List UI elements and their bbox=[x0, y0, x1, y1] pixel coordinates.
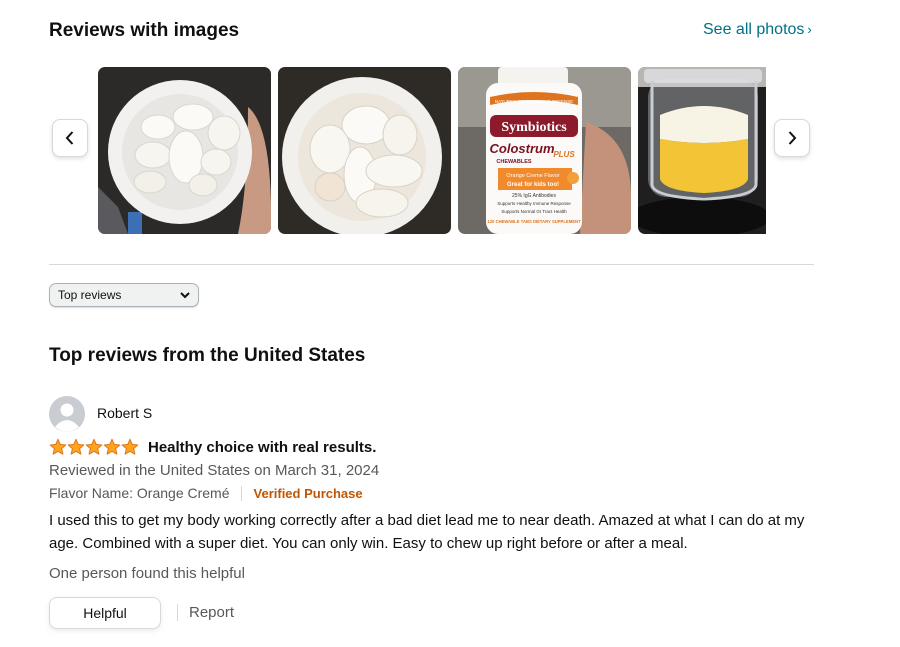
bottle-product-name: Colostrum bbox=[490, 141, 555, 156]
review-image-thumbnail[interactable]: NATURE'S FIRST IMMUNE DEFENSE Symbiotics… bbox=[458, 67, 631, 234]
separator bbox=[177, 604, 178, 621]
review-image-thumbnail[interactable] bbox=[98, 67, 271, 234]
avatar-silhouette bbox=[49, 396, 85, 432]
bottle-brand: Symbiotics bbox=[501, 120, 567, 135]
tablets-closeup-image bbox=[278, 67, 451, 234]
sort-reviews-dropdown[interactable]: Top reviews bbox=[49, 283, 199, 307]
chevron-left-icon bbox=[65, 131, 74, 145]
separator bbox=[240, 485, 242, 501]
carousel-prev-button[interactable] bbox=[52, 119, 88, 157]
section-divider bbox=[49, 264, 814, 265]
bottle-claim-3: Supports Normal GI Tract Health bbox=[501, 209, 567, 214]
chevron-right-icon bbox=[788, 131, 797, 145]
star-icon bbox=[85, 438, 103, 455]
star-icon bbox=[49, 438, 67, 455]
user-avatar-icon bbox=[49, 396, 85, 432]
star-rating[interactable] bbox=[49, 438, 139, 456]
review-image-thumbnail[interactable] bbox=[638, 67, 766, 234]
helpful-count: One person found this helpful bbox=[49, 565, 245, 582]
bottle-flavor: Orange Creme Flavor bbox=[506, 173, 559, 179]
review-image-thumbnail[interactable] bbox=[278, 67, 451, 234]
see-all-photos-label: See all photos bbox=[703, 21, 805, 38]
chevron-down-icon bbox=[180, 292, 190, 299]
tablets-in-bottle-image bbox=[98, 67, 271, 234]
drink-in-glass-image bbox=[638, 67, 766, 234]
reviews-with-images-title: Reviews with images bbox=[49, 20, 240, 41]
report-link[interactable]: Report bbox=[189, 604, 234, 621]
star-icon bbox=[67, 438, 85, 455]
star-icon bbox=[103, 438, 121, 455]
bottle-footer: 120 CHEWABLE TABS DIETARY SUPPLEMENT bbox=[487, 219, 581, 224]
flavor-name: Flavor Name: Orange Cremé bbox=[49, 485, 230, 501]
product-bottle-image: NATURE'S FIRST IMMUNE DEFENSE Symbiotics… bbox=[458, 67, 631, 234]
bottle-top-banner: NATURE'S FIRST IMMUNE DEFENSE bbox=[495, 99, 573, 104]
carousel-next-button[interactable] bbox=[774, 119, 810, 157]
bottle-claim-1: 25% IgG Antibodies bbox=[512, 193, 556, 199]
helpful-button[interactable]: Helpful bbox=[49, 597, 161, 629]
reviewer-name[interactable]: Robert S bbox=[97, 405, 152, 421]
bottle-subtitle: CHEWABLES bbox=[496, 159, 531, 165]
review-body: I used this to get my body working corre… bbox=[49, 512, 805, 552]
star-icon bbox=[121, 438, 139, 455]
sort-selected-value: Top reviews bbox=[58, 288, 122, 302]
bottle-tagline: Great for kids too! bbox=[507, 182, 559, 188]
see-all-photos-link[interactable]: See all photos › bbox=[703, 21, 812, 39]
chevron-right-small-icon: › bbox=[807, 22, 812, 37]
review-variant-row: Flavor Name: Orange Cremé Verified Purch… bbox=[49, 485, 363, 501]
top-reviews-title: Top reviews from the United States bbox=[49, 345, 366, 366]
bottle-claim-2: Supports Healthy Immune Response bbox=[497, 201, 571, 206]
review-date: Reviewed in the United States on March 3… bbox=[49, 462, 380, 479]
bottle-product-suffix: PLUS bbox=[553, 150, 575, 159]
verified-purchase-badge: Verified Purchase bbox=[253, 485, 363, 501]
review-title[interactable]: Healthy choice with real results. bbox=[148, 439, 376, 456]
